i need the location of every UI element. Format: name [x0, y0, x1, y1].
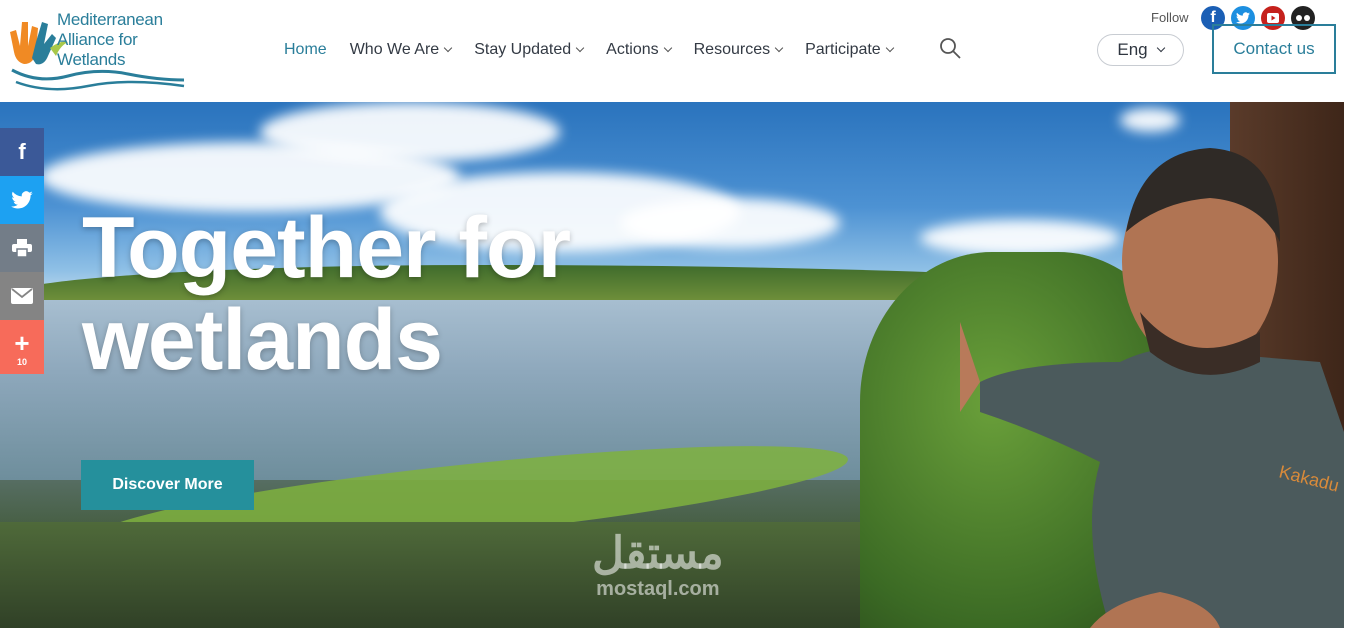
more-share-button[interactable]: + 10: [0, 320, 44, 374]
nav-stay-updated-label: Stay Updated: [474, 41, 572, 58]
hero-title: Together for wetlands: [82, 200, 571, 388]
nav-actions-label: Actions: [606, 41, 659, 58]
search-icon[interactable]: [938, 36, 962, 60]
nav-resources[interactable]: Resources: [693, 41, 784, 59]
nav-who-we-are-label: Who We Are: [349, 41, 440, 58]
nav-resources-label: Resources: [693, 41, 771, 58]
contact-us-button[interactable]: Contact us: [1212, 24, 1336, 74]
chevron-down-icon: [663, 43, 672, 53]
foreground-vegetation: [0, 522, 900, 628]
language-current: Eng: [1117, 40, 1148, 59]
nav-actions[interactable]: Actions: [606, 41, 672, 59]
discover-more-button[interactable]: Discover More: [81, 460, 254, 510]
nav-home-label: Home: [284, 41, 327, 58]
logo-wave-icon: [11, 68, 185, 91]
cloud: [620, 198, 840, 248]
cloud: [1120, 108, 1180, 132]
ranger-photo: Kakadu: [960, 148, 1344, 628]
nav-participate[interactable]: Participate: [805, 41, 894, 59]
chevron-down-icon: [443, 43, 453, 53]
hero-banner: Kakadu Together for wetlands Discover Mo…: [0, 102, 1344, 628]
plus-icon: +: [14, 327, 30, 358]
chevron-down-icon: [575, 43, 585, 53]
chevron-down-icon: [1156, 43, 1165, 53]
share-bar: f + 10: [0, 128, 44, 374]
logo-line-1: Mediterranean: [57, 10, 163, 29]
watermark: مستقل mostaql.com: [592, 532, 724, 601]
facebook-icon[interactable]: f: [0, 128, 44, 176]
nav-home[interactable]: Home: [284, 41, 327, 59]
nav-participate-label: Participate: [805, 41, 881, 58]
main-nav: Home Who We Are Stay Updated Actions Res…: [284, 38, 916, 62]
follow-label: Follow: [1151, 10, 1189, 25]
chevron-down-icon: [885, 43, 894, 53]
email-icon[interactable]: [0, 272, 44, 320]
logo-text: Mediterranean Alliance for Wetlands: [57, 10, 163, 70]
site-header: Mediterranean Alliance for Wetlands Home…: [0, 0, 1349, 102]
watermark-arabic: مستقل: [592, 529, 724, 578]
print-icon[interactable]: [0, 224, 44, 272]
nav-who-we-are[interactable]: Who We Are: [349, 41, 453, 59]
hero-title-line-2: wetlands: [82, 292, 443, 388]
share-count: 10: [16, 356, 27, 367]
cloud: [260, 102, 560, 162]
language-selector[interactable]: Eng: [1097, 34, 1184, 66]
site-logo[interactable]: Mediterranean Alliance for Wetlands: [6, 8, 188, 92]
watermark-latin: mostaql.com: [596, 578, 720, 600]
twitter-icon[interactable]: [0, 176, 44, 224]
nav-stay-updated[interactable]: Stay Updated: [474, 41, 585, 59]
chevron-down-icon: [774, 43, 784, 53]
logo-line-2: Alliance for: [57, 30, 138, 49]
hero-title-line-1: Together for: [82, 200, 571, 296]
